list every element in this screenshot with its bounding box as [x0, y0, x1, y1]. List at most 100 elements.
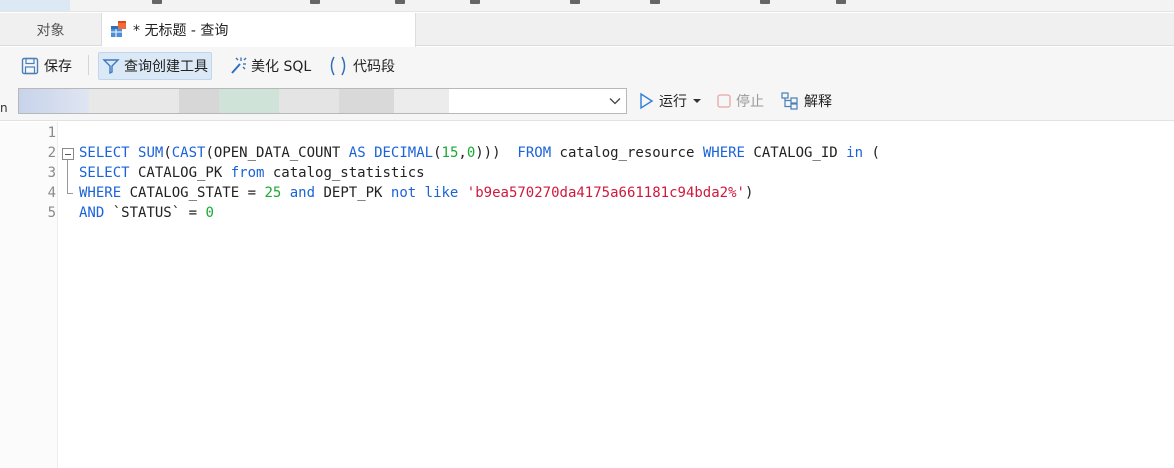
code-token: like [424, 185, 459, 201]
code-token: 0 [466, 145, 476, 161]
code-token: DEPT_PK [315, 185, 391, 201]
code-token: CAST [171, 145, 206, 161]
fold-guide [67, 160, 68, 193]
code-token: , [458, 145, 467, 161]
chevron-down-icon[interactable] [608, 94, 622, 108]
run-label: 运行 [659, 94, 687, 110]
code-token: catalog_statistics [264, 165, 425, 181]
code-token: CATALOG_PK [129, 165, 231, 181]
stop-button[interactable]: 停止 [713, 87, 767, 115]
redacted-region [394, 89, 449, 113]
code-token: not [390, 185, 417, 201]
menu-item-clipped[interactable] [570, 0, 580, 4]
code-token: and [289, 185, 316, 201]
code-token: DECIMAL [374, 145, 434, 161]
redacted-region [279, 89, 339, 113]
code-token: catalog_resource [551, 145, 703, 161]
save-label: 保存 [44, 59, 72, 75]
redacted-region [339, 89, 394, 113]
code-token: WHERE [702, 145, 745, 161]
line-number: 5 [47, 205, 56, 221]
menu-item-clipped[interactable] [470, 0, 480, 4]
code-token: SUM [138, 145, 164, 161]
magic-wand-icon [231, 57, 247, 74]
menu-item-clipped[interactable] [310, 0, 320, 4]
code-line-3: SELECT CATALOG_PK from catalog_statistic… [79, 163, 425, 183]
code-line-2: SELECT SUM(CAST(OPEN_DATA_COUNT AS DECIM… [79, 143, 880, 163]
line-number: 3 [47, 165, 56, 181]
code-token: in [846, 145, 864, 161]
code-line-4: WHERE CATALOG_STATE = 25 and DEPT_PK not… [79, 183, 753, 203]
code-token: ( [433, 145, 442, 161]
beautify-sql-label: 美化 SQL [251, 59, 312, 75]
code-token: ) [744, 185, 754, 201]
explain-tree-icon [781, 92, 798, 110]
code-token: ( [163, 145, 172, 161]
code-token: from [230, 165, 265, 181]
run-toolbar: 运行 停止 解释 [0, 83, 1174, 121]
code-line-5: AND `STATUS` = 0 [79, 203, 214, 223]
code-token: AND [79, 205, 105, 221]
menu-item-clipped[interactable] [650, 0, 660, 4]
run-button[interactable]: 运行 [634, 87, 709, 115]
run-dropdown-icon[interactable] [692, 96, 702, 106]
tab-query[interactable]: * 无标题 - 查询 [102, 13, 416, 47]
redacted-region [19, 89, 89, 113]
line-number: 2 [47, 145, 56, 161]
code-token: SELECT [79, 145, 130, 161]
code-token: ))) [475, 145, 518, 161]
code-token: FROM [517, 145, 552, 161]
menu-item-clipped[interactable] [395, 0, 405, 4]
save-icon [21, 57, 39, 75]
code-token: SELECT [79, 165, 130, 181]
code-token: 'b9ea570270da4175a661181c94bda2%' [466, 185, 745, 201]
fold-toggle-icon[interactable] [62, 148, 74, 160]
stop-label: 停止 [736, 94, 764, 110]
tab-objects-label: 对象 [36, 22, 65, 39]
code-token: 0 [205, 205, 214, 221]
tab-objects[interactable]: 对象 [0, 13, 102, 46]
explain-button[interactable]: 解释 [777, 87, 835, 115]
code-token: AS [348, 145, 366, 161]
sql-editor[interactable]: 1 2 3 4 5 SELECT SUM(CAST(OPEN_DATA_COUN… [0, 122, 1174, 468]
editor-toolbar: 保存 查询创建工具 美化 SQL 代码段 [0, 47, 1174, 83]
code-snippet-button[interactable]: 代码段 [324, 52, 398, 80]
code-token: 25 [264, 185, 282, 201]
query-table-icon [111, 21, 126, 37]
line-number: 1 [47, 125, 56, 141]
menu-bar-clipped [0, 0, 1174, 12]
menu-item-clipped[interactable] [760, 0, 770, 4]
play-icon [640, 92, 654, 110]
beautify-sql-button[interactable]: 美化 SQL [224, 52, 314, 80]
fold-guide-end [67, 193, 73, 194]
code-token: `STATUS` = [104, 205, 206, 221]
save-button[interactable]: 保存 [17, 52, 75, 80]
tab-query-label: * 无标题 - 查询 [133, 23, 229, 39]
query-builder-button[interactable]: 查询创建工具 [98, 52, 212, 80]
menu-item-clipped[interactable] [152, 0, 162, 4]
code-token: ( [863, 145, 880, 161]
redacted-region [89, 89, 179, 113]
query-builder-label: 查询创建工具 [124, 59, 208, 75]
explain-label: 解释 [804, 94, 832, 110]
code-token: WHERE [79, 185, 122, 201]
code-token: CATALOG_ID [745, 145, 847, 161]
menu-selected-item[interactable] [0, 0, 70, 11]
left-edge-clipped-text: ni [0, 101, 8, 115]
menu-item-clipped[interactable] [836, 0, 846, 4]
code-token: (OPEN_DATA_COUNT [205, 145, 349, 161]
code-token: 15 [441, 145, 459, 161]
tab-bar: 对象 * 无标题 - 查询 [0, 13, 1174, 47]
code-snippet-label: 代码段 [353, 59, 395, 75]
code-snippet-icon [330, 56, 346, 76]
stop-icon [717, 94, 731, 108]
code-token: CATALOG_STATE = [121, 185, 265, 201]
connection-select[interactable] [18, 88, 627, 114]
line-number: 4 [47, 185, 56, 201]
redacted-region [179, 89, 219, 113]
